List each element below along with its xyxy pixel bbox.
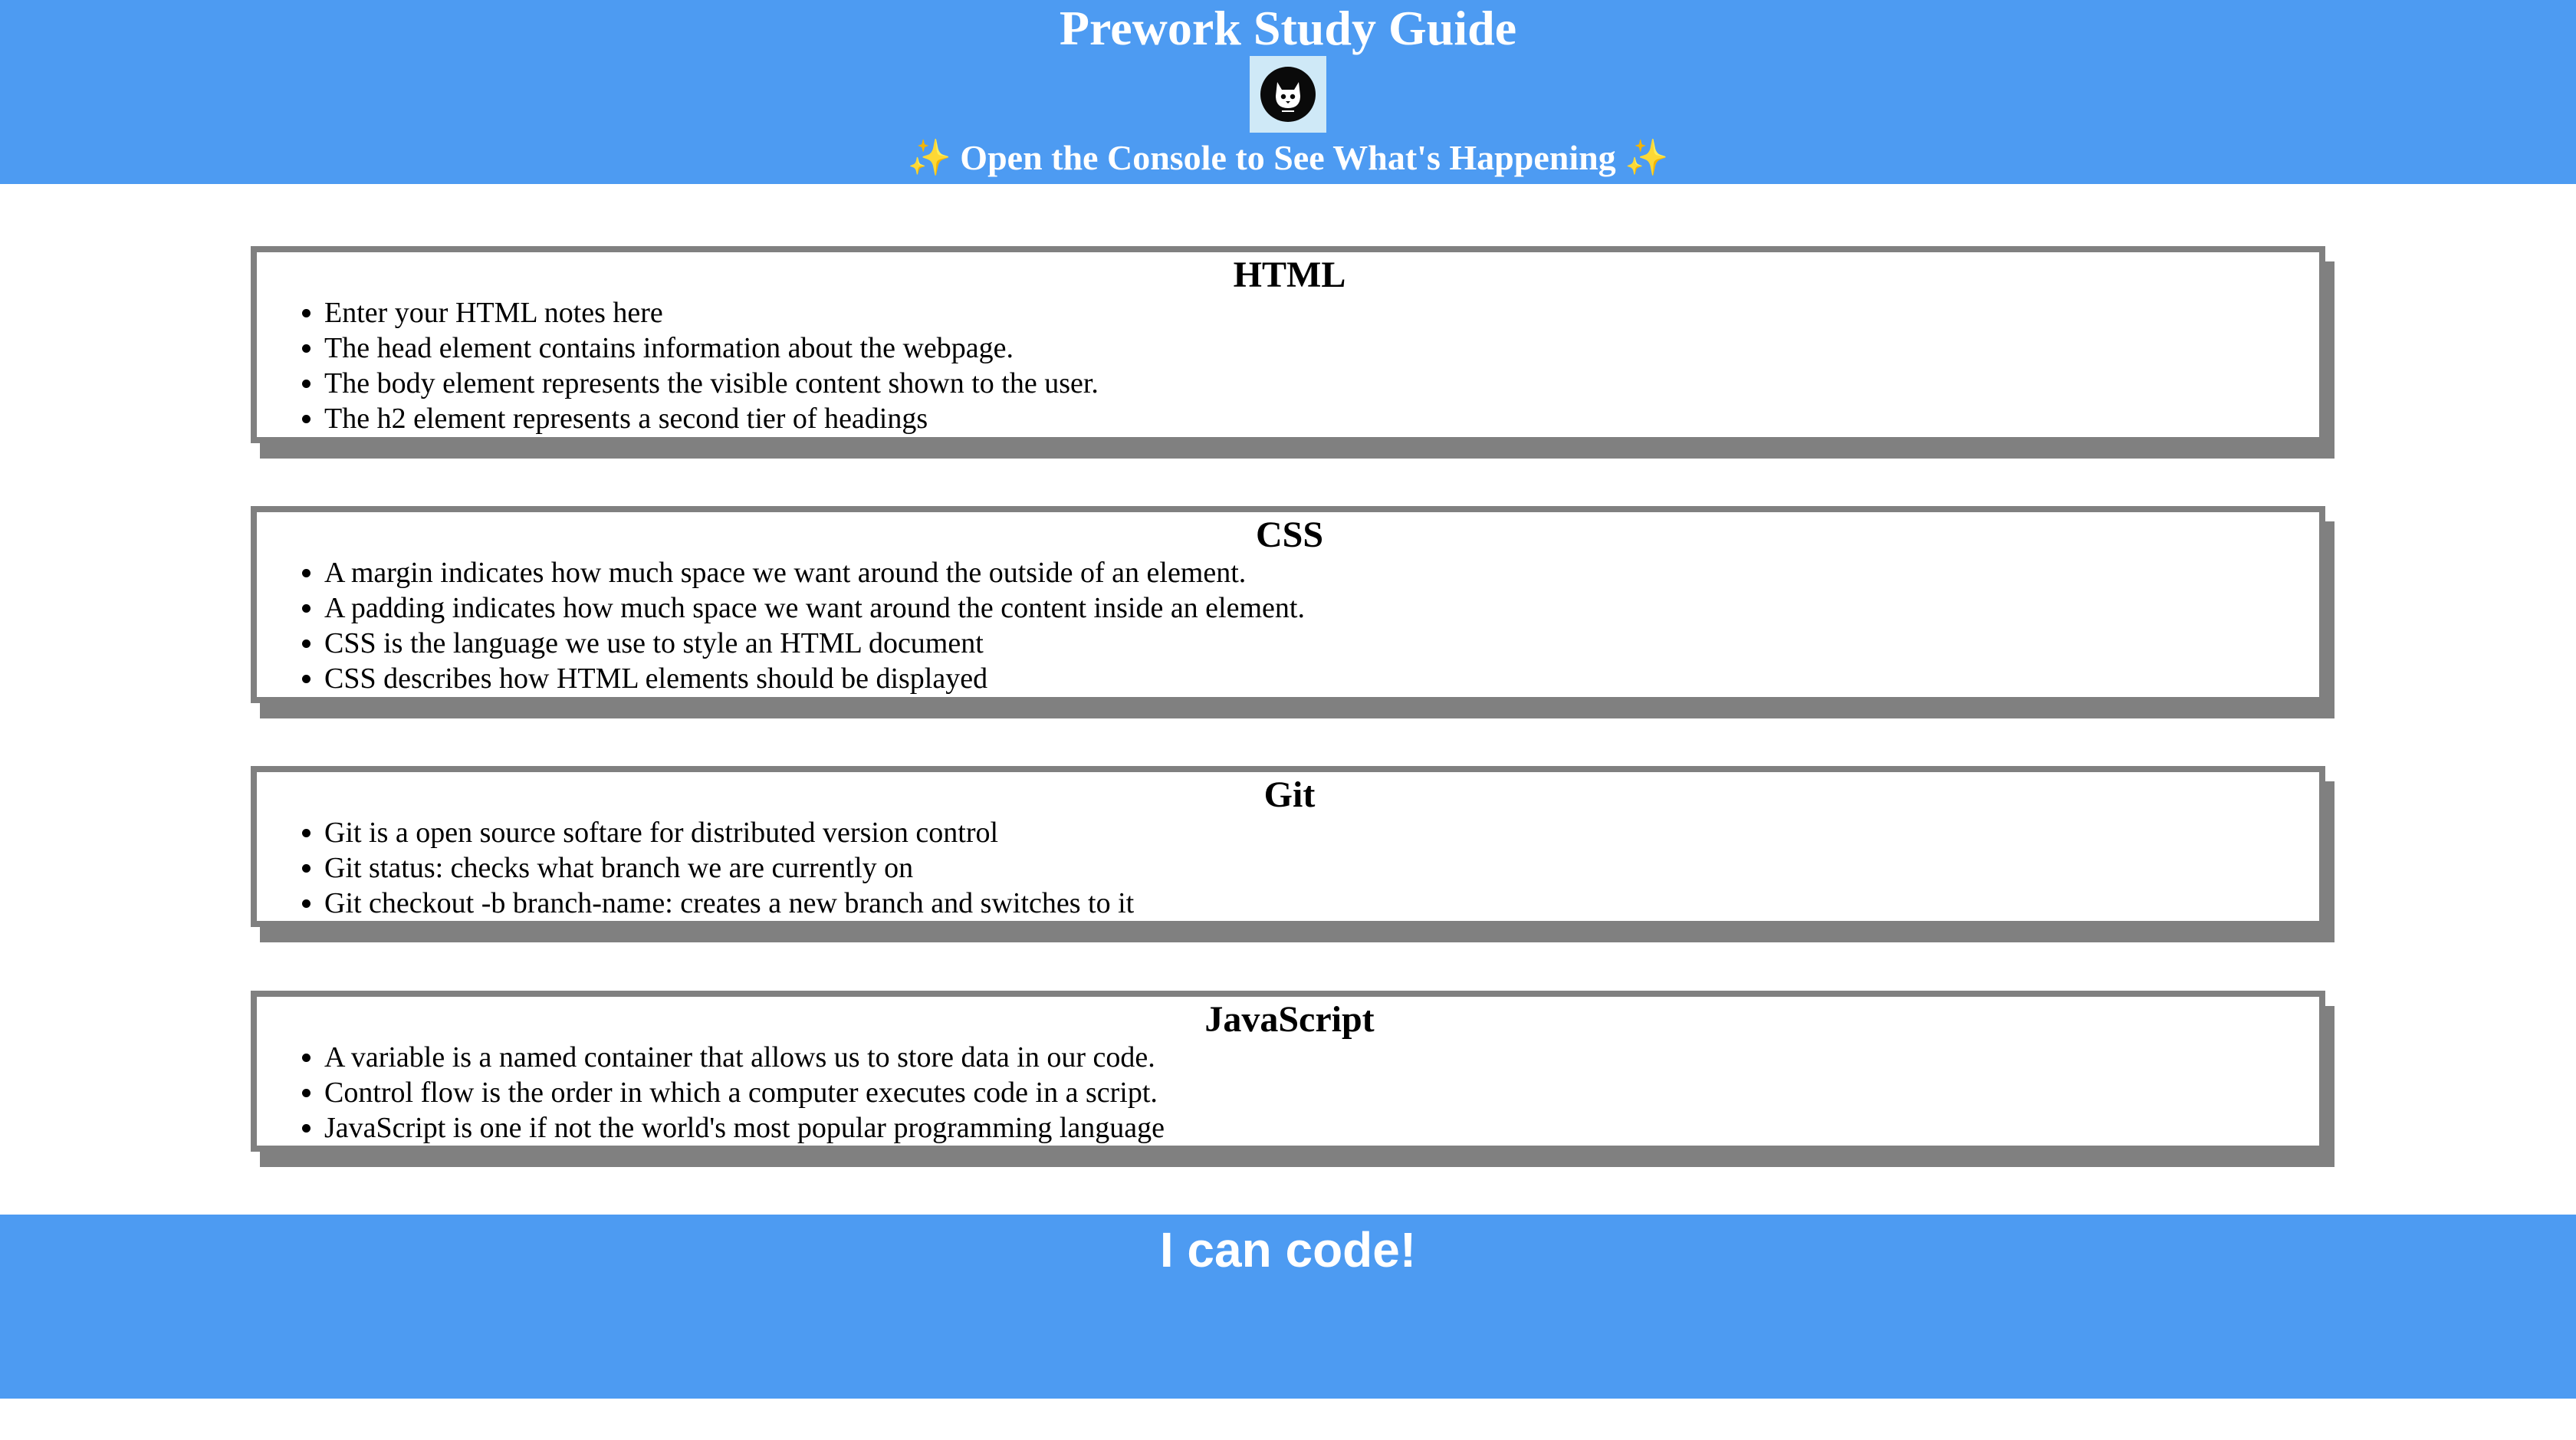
list-item: Git checkout -b branch-name: creates a n… xyxy=(324,886,2288,921)
notes-list-git: Git is a open source softare for distrib… xyxy=(291,815,2288,921)
section-heading-git: Git xyxy=(1263,774,1316,815)
notes-list-css: A margin indicates how much space we wan… xyxy=(291,555,2288,696)
section-css: CSS A margin indicates how much space we… xyxy=(251,506,2325,703)
list-item: The head element contains information ab… xyxy=(324,330,2288,366)
console-note-text: Open the Console to See What's Happening xyxy=(960,138,1616,177)
cat-face-icon xyxy=(1276,82,1300,112)
list-item: CSS describes how HTML elements should b… xyxy=(324,661,2288,696)
section-heading-css: CSS xyxy=(1255,515,1324,555)
list-item: Git status: checks what branch we are cu… xyxy=(324,850,2288,886)
footer-text: I can code! xyxy=(1159,1222,1417,1277)
logo-disc xyxy=(1260,67,1316,122)
notes-list-html: Enter your HTML notes here The head elem… xyxy=(291,295,2288,436)
cat-logo-icon xyxy=(1250,56,1326,133)
list-item: CSS is the language we use to style an H… xyxy=(324,626,2288,661)
list-item: A padding indicates how much space we wa… xyxy=(324,590,2288,626)
list-item: Enter your HTML notes here xyxy=(324,295,2288,330)
console-note: ✨ Open the Console to See What's Happeni… xyxy=(0,132,2576,184)
list-item: The body element represents the visible … xyxy=(324,366,2288,401)
section-heading-html: HTML xyxy=(1233,255,1346,295)
section-git: Git Git is a open source softare for dis… xyxy=(251,766,2325,927)
list-item: The h2 element represents a second tier … xyxy=(324,401,2288,436)
list-item: JavaScript is one if not the world's mos… xyxy=(324,1110,2288,1146)
list-item: A variable is a named container that all… xyxy=(324,1040,2288,1075)
list-item: Control flow is the order in which a com… xyxy=(324,1075,2288,1110)
page-header: Prework Study Guide ✨ Open the Console t… xyxy=(0,0,2576,184)
section-heading-javascript: JavaScript xyxy=(1204,999,1375,1040)
section-html: HTML Enter your HTML notes here The head… xyxy=(251,246,2325,443)
sparkle-right-icon: ✨ xyxy=(1625,138,1669,177)
page-footer: I can code! xyxy=(0,1215,2576,1399)
section-javascript: JavaScript A variable is a named contain… xyxy=(251,991,2325,1152)
notes-list-javascript: A variable is a named container that all… xyxy=(291,1040,2288,1146)
list-item: Git is a open source softare for distrib… xyxy=(324,815,2288,850)
page-title: Prework Study Guide xyxy=(1059,1,1517,55)
sparkle-left-icon: ✨ xyxy=(907,138,951,177)
list-item: A margin indicates how much space we wan… xyxy=(324,555,2288,590)
